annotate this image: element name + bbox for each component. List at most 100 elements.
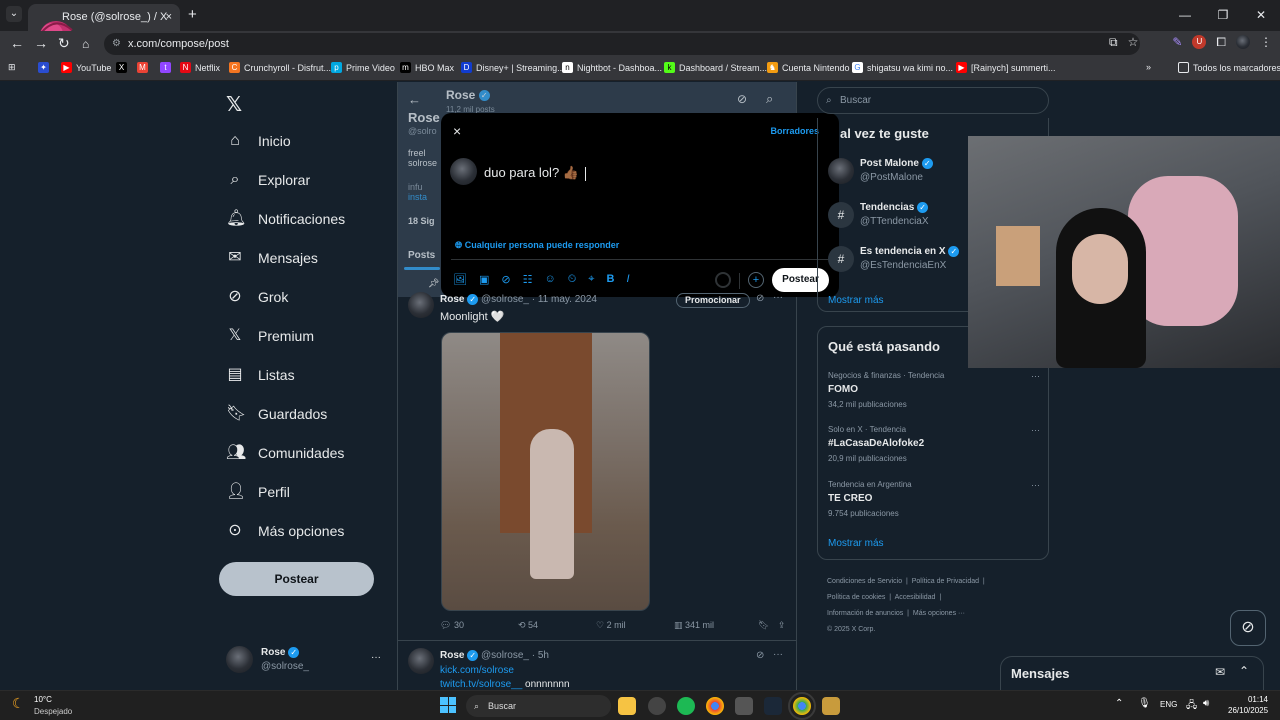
- reload-icon[interactable]: ↻: [58, 35, 70, 52]
- drafts-button[interactable]: Borradores: [770, 126, 819, 136]
- footer-link[interactable]: Accesibilidad: [895, 594, 936, 601]
- promote-button[interactable]: Promocionar: [676, 293, 750, 308]
- emoji-icon[interactable]: ☺: [544, 273, 555, 286]
- show-more-link[interactable]: Mostrar más: [828, 538, 884, 549]
- chrome-active-icon[interactable]: [788, 692, 816, 720]
- weather-desc[interactable]: Despejado: [34, 707, 72, 716]
- nav-bookmarks[interactable]: 🔖︎ Guardados: [226, 405, 327, 423]
- close-icon[interactable]: ×: [453, 123, 461, 139]
- site-info-icon[interactable]: ⚙: [112, 33, 121, 55]
- avatar[interactable]: [408, 648, 434, 674]
- show-more-link[interactable]: Mostrar más: [828, 295, 884, 306]
- media-icon[interactable]: 🖼︎: [453, 273, 467, 286]
- footer-link[interactable]: Política de cookies: [827, 594, 885, 601]
- nav-grok[interactable]: ⊘ Grok: [226, 288, 288, 306]
- file-explorer-icon[interactable]: [618, 697, 636, 715]
- nav-lists[interactable]: ▤ Listas: [226, 366, 294, 384]
- share-icon[interactable]: ⇪: [778, 620, 786, 631]
- bookmark-dashboard[interactable]: k Dashboard / Stream...: [664, 62, 767, 73]
- bookmark-nintendo[interactable]: ♞ Cuenta Nintendo: [767, 62, 850, 73]
- nav-post-button[interactable]: Postear: [219, 562, 374, 596]
- like-button[interactable]: ♡ 2 mil: [596, 620, 674, 631]
- gif-icon[interactable]: ▣: [479, 273, 489, 286]
- nav-more-options[interactable]: ⊙ Más opciones: [226, 522, 344, 540]
- trend-more-icon[interactable]: ···: [1031, 425, 1040, 435]
- bookmark-twitch[interactable]: t: [160, 62, 171, 73]
- browser-menu-icon[interactable]: ⋮: [1260, 35, 1272, 50]
- tray-chevron-icon[interactable]: ⌃: [1115, 698, 1123, 709]
- bookmark-crunchyroll[interactable]: C Crunchyroll - Disfrut...: [229, 62, 331, 73]
- bookmark-gmail[interactable]: M: [137, 62, 148, 73]
- bookmark-google[interactable]: Gshigatsu wa kimi no...: [852, 62, 953, 73]
- language-indicator[interactable]: ENG: [1160, 700, 1177, 709]
- ublock-icon[interactable]: U: [1192, 35, 1207, 49]
- weather-temp[interactable]: 10°C: [34, 695, 52, 704]
- bookmark-netflix[interactable]: N Netflix: [180, 62, 220, 73]
- taskbar-search[interactable]: ⌕ Buscar: [466, 695, 611, 717]
- bookmark-disney[interactable]: D Disney+ | Streaming...: [461, 62, 565, 73]
- restore-icon[interactable]: ❐: [1204, 0, 1242, 31]
- close-window-icon[interactable]: ✕: [1242, 0, 1280, 31]
- tab-close-icon[interactable]: ×: [166, 4, 172, 31]
- forward-icon[interactable]: →: [34, 35, 48, 51]
- bookmark-icon[interactable]: 🔖︎: [758, 620, 778, 631]
- account-more-icon[interactable]: ···: [371, 652, 381, 663]
- nav-home[interactable]: ⌂ Inicio: [226, 132, 291, 150]
- post-more-icon[interactable]: ···: [773, 292, 783, 303]
- nav-explore[interactable]: ⌕ Explorar: [226, 171, 311, 189]
- windows-start-icon[interactable]: [440, 697, 456, 713]
- new-tab-button[interactable]: +: [188, 6, 197, 23]
- profile-avatar-icon[interactable]: [1236, 35, 1250, 49]
- nav-profile[interactable]: 👤︎ Perfil: [226, 483, 290, 501]
- nav-premium[interactable]: 𝕏 Premium: [226, 327, 314, 345]
- post-link[interactable]: twitch.tv/solrose__: [440, 679, 522, 690]
- extension-pen-icon[interactable]: ✎: [1172, 35, 1182, 50]
- post-link[interactable]: kick.com/solrose: [440, 665, 514, 676]
- expand-icon[interactable]: ⌃: [1239, 664, 1249, 678]
- app-icon[interactable]: [648, 697, 666, 715]
- italic-icon[interactable]: I: [626, 273, 629, 286]
- chrome-icon[interactable]: [706, 697, 724, 715]
- spotify-icon[interactable]: [677, 697, 695, 715]
- add-post-icon[interactable]: +: [748, 272, 764, 288]
- bookmark-prime[interactable]: p Prime Video: [331, 62, 395, 73]
- all-bookmarks-folder[interactable]: Todos los marcadores: [1178, 62, 1280, 73]
- poll-icon[interactable]: ☷: [523, 273, 533, 286]
- home-icon[interactable]: ⌂: [82, 37, 89, 51]
- footer-link[interactable]: Política de Privacidad: [912, 578, 979, 585]
- extensions-icon[interactable]: ⧠: [1216, 35, 1226, 50]
- nav-notifications[interactable]: 🔔︎ Notificaciones: [226, 210, 345, 228]
- grok-icon[interactable]: ⊘: [756, 650, 764, 661]
- trend-item[interactable]: Tendencia en Argentina TE CREO 9.754 pub…: [828, 480, 1040, 518]
- repost-button[interactable]: ⟲ 54: [518, 620, 596, 631]
- grok-icon[interactable]: ⊘: [501, 273, 510, 286]
- messages-drawer[interactable]: Mensajes ✉ ⌃: [1000, 656, 1264, 690]
- minimize-icon[interactable]: —: [1166, 0, 1204, 31]
- search-input[interactable]: ⌕ Buscar: [817, 87, 1049, 114]
- footer-link[interactable]: Condiciones de Servicio: [827, 578, 902, 585]
- clock[interactable]: 01:14 26/10/2025: [1228, 695, 1268, 715]
- account-switcher[interactable]: Rose ✓ @solrose_ ···: [226, 646, 386, 676]
- app-icon[interactable]: [735, 697, 753, 715]
- footer-link[interactable]: Información de anuncios: [827, 610, 903, 617]
- grok-icon[interactable]: ⊘: [756, 293, 764, 304]
- nav-messages[interactable]: ✉ Mensajes: [226, 249, 318, 267]
- bookmark-nightbot[interactable]: n Nightbot - Dashboa...: [562, 62, 662, 73]
- network-icon[interactable]: 🖧︎: [1186, 698, 1197, 715]
- bookmark-x[interactable]: X: [116, 62, 127, 73]
- bold-icon[interactable]: B: [607, 273, 615, 286]
- bookmark-youtube[interactable]: ▶ YouTube: [61, 62, 111, 73]
- reply-button[interactable]: 💬︎ 30: [440, 620, 518, 631]
- apps-grid-icon[interactable]: ⊞: [8, 62, 16, 73]
- views-button[interactable]: ▥ 341 mil: [674, 620, 758, 631]
- volume-icon[interactable]: 🔊︎: [1203, 698, 1209, 709]
- grok-floating-button[interactable]: ⊘: [1230, 610, 1266, 646]
- footer-link[interactable]: Más opciones ···: [913, 610, 965, 617]
- nav-communities[interactable]: 👥︎ Comunidades: [226, 444, 344, 462]
- x-logo-icon[interactable]: 𝕏: [226, 92, 242, 117]
- post-image[interactable]: [441, 332, 650, 611]
- install-app-icon[interactable]: ⧉: [1109, 35, 1118, 50]
- url-field[interactable]: ⚙ x.com/compose/post: [104, 33, 1140, 55]
- league-icon[interactable]: [822, 697, 840, 715]
- avatar[interactable]: [408, 292, 434, 318]
